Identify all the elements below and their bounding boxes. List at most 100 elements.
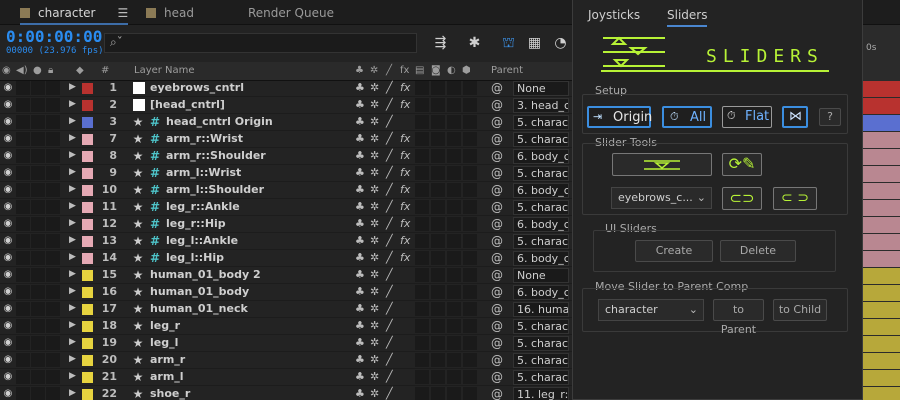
switch-box[interactable] xyxy=(447,217,461,231)
layer-name-column[interactable]: Layer Name xyxy=(134,65,195,76)
switch-cell[interactable] xyxy=(46,336,60,350)
quality-switch-icon[interactable]: ╱ xyxy=(386,132,393,145)
quality-switch-icon[interactable]: ╱ xyxy=(386,234,393,247)
shy-switch-icon[interactable]: ♣ xyxy=(355,302,365,315)
switch-cell[interactable] xyxy=(31,132,45,146)
switch-cell[interactable] xyxy=(16,251,30,265)
quality-switch-icon[interactable]: ╱ xyxy=(386,336,393,349)
switch-box[interactable] xyxy=(463,115,477,129)
label-color-swatch[interactable] xyxy=(82,355,93,366)
switch-box[interactable] xyxy=(431,166,445,180)
layer-name[interactable]: human_01_body xyxy=(150,285,249,298)
shy-switch-icon[interactable]: ♣ xyxy=(355,319,365,332)
tab-head[interactable]: head xyxy=(146,0,194,25)
layer-name[interactable]: leg_r::Ankle xyxy=(166,200,240,213)
visibility-eye-icon[interactable]: ◉ xyxy=(2,269,14,281)
parent-column[interactable]: Parent xyxy=(491,65,523,76)
layer-duration-bar[interactable] xyxy=(860,319,900,335)
switch-cell[interactable] xyxy=(16,285,30,299)
layer-name[interactable]: leg_r xyxy=(150,319,180,332)
effects-switch-icon[interactable]: fx xyxy=(400,200,410,213)
layer-duration-bar[interactable] xyxy=(860,387,900,400)
switch-cell[interactable] xyxy=(46,183,60,197)
shy-switch-icon[interactable]: ♣ xyxy=(355,149,365,162)
switch-box[interactable] xyxy=(415,268,429,282)
layer-duration-bar[interactable] xyxy=(860,336,900,352)
layer-duration-bar[interactable] xyxy=(860,285,900,301)
collapse-switch-icon[interactable]: ✲ xyxy=(370,200,379,213)
quality-switch-icon[interactable]: ╱ xyxy=(386,166,393,179)
collapse-switch-icon[interactable]: ✲ xyxy=(370,217,379,230)
search-input[interactable]: ⌕ˇ xyxy=(104,33,417,53)
switch-cell[interactable] xyxy=(31,149,45,163)
switch-box[interactable] xyxy=(463,98,477,112)
label-color-swatch[interactable] xyxy=(82,304,93,315)
switch-box[interactable] xyxy=(463,217,477,231)
switch-box[interactable] xyxy=(431,285,445,299)
quality-switch-icon[interactable]: ╱ xyxy=(386,353,393,366)
switch-cell[interactable] xyxy=(46,353,60,367)
switch-box[interactable] xyxy=(447,370,461,384)
parent-dropdown[interactable]: 16. human xyxy=(513,302,569,317)
expand-arrow-icon[interactable]: ▶ xyxy=(69,320,76,330)
origin-button[interactable]: ⇥ Origin xyxy=(587,106,652,128)
expand-arrow-icon[interactable]: ▶ xyxy=(69,371,76,381)
parent-dropdown[interactable]: 6. body_cn xyxy=(513,251,569,266)
layer-name[interactable]: human_01_neck xyxy=(150,302,248,315)
switch-box[interactable] xyxy=(431,353,445,367)
switch-cell[interactable] xyxy=(31,217,45,231)
layer-duration-bar[interactable] xyxy=(860,302,900,318)
quality-switch-icon[interactable]: ╱ xyxy=(386,183,393,196)
switch-cell[interactable] xyxy=(31,81,45,95)
switch-cell[interactable] xyxy=(16,336,30,350)
switch-box[interactable] xyxy=(463,302,477,316)
expand-arrow-icon[interactable]: ▶ xyxy=(69,303,76,313)
parent-pickwhip-icon[interactable]: @ xyxy=(491,200,503,214)
collapse-switch-icon[interactable]: ✲ xyxy=(370,387,379,400)
switch-cell[interactable] xyxy=(16,302,30,316)
hash-column[interactable]: # xyxy=(101,65,109,76)
parent-dropdown[interactable]: 5. characte xyxy=(513,132,569,147)
quality-switch-icon[interactable]: ╱ xyxy=(386,115,393,128)
layer-name[interactable]: leg_l::Ankle xyxy=(166,234,238,247)
switch-box[interactable] xyxy=(447,387,461,400)
switch-box[interactable] xyxy=(463,81,477,95)
frame-blending-icon[interactable]: ▦ xyxy=(526,35,543,52)
switch-cell[interactable] xyxy=(46,234,60,248)
visibility-eye-icon[interactable]: ◉ xyxy=(2,150,14,162)
layer-duration-bar[interactable] xyxy=(860,353,900,369)
switch-box[interactable] xyxy=(447,149,461,163)
link-button[interactable]: ⊂⊃ xyxy=(722,187,762,210)
switch-box[interactable] xyxy=(463,370,477,384)
parent-pickwhip-icon[interactable]: @ xyxy=(491,234,503,248)
layer-name[interactable]: arm_l::Shoulder xyxy=(166,183,264,196)
expand-arrow-icon[interactable]: ▶ xyxy=(69,201,76,211)
layer-duration-bar[interactable] xyxy=(860,98,900,114)
expand-arrow-icon[interactable]: ▶ xyxy=(69,337,76,347)
switch-box[interactable] xyxy=(463,200,477,214)
layer-duration-bar[interactable] xyxy=(860,115,900,131)
to-child-button[interactable]: to Child xyxy=(773,299,827,321)
switch-cell[interactable] xyxy=(31,183,45,197)
layer-name[interactable]: arm_r::Wrist xyxy=(166,132,243,145)
parent-dropdown[interactable]: 5. characte xyxy=(513,200,569,215)
label-color-swatch[interactable] xyxy=(82,117,93,128)
quality-switch-icon[interactable]: ╱ xyxy=(386,370,393,383)
parent-dropdown[interactable]: 5. characte xyxy=(513,336,569,351)
collapse-switch-icon[interactable]: ✲ xyxy=(370,234,379,247)
effects-switch-icon[interactable]: fx xyxy=(400,234,410,247)
tab-render-queue[interactable]: Render Queue xyxy=(248,0,334,25)
shy-layers-icon[interactable]: ⛫ xyxy=(500,35,517,52)
collapse-switch-icon[interactable]: ✲ xyxy=(370,166,379,179)
switch-box[interactable] xyxy=(447,319,461,333)
parent-pickwhip-icon[interactable]: @ xyxy=(491,183,503,197)
switch-box[interactable] xyxy=(415,387,429,400)
motion-blur-column-icon[interactable]: ◙ xyxy=(431,65,441,76)
switch-cell[interactable] xyxy=(31,98,45,112)
layer-name[interactable]: leg_r::Hip xyxy=(166,217,226,230)
parent-dropdown[interactable]: 11. leg_r:: xyxy=(513,387,569,400)
parent-pickwhip-icon[interactable]: @ xyxy=(491,81,503,95)
switch-box[interactable] xyxy=(447,285,461,299)
label-color-swatch[interactable] xyxy=(82,372,93,383)
parent-dropdown[interactable]: 3. head_cn xyxy=(513,98,569,113)
